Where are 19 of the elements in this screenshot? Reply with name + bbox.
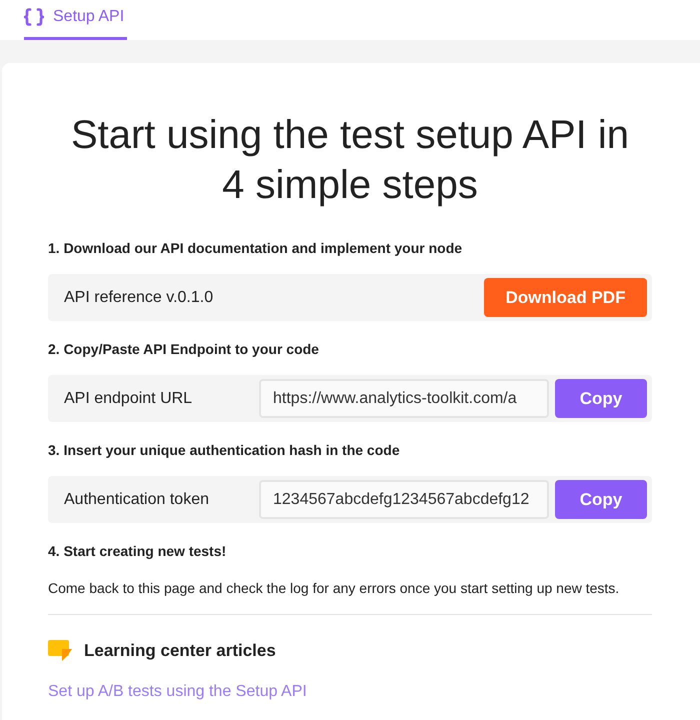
- row-label: API endpoint URL: [64, 390, 194, 408]
- row-label: Authentication token: [64, 490, 210, 508]
- input-field[interactable]: https://www.analytics-toolkit.com/a: [259, 379, 549, 418]
- step-heading: 1. Download our API documentation and implement your node: [48, 239, 464, 258]
- copy-button[interactable]: Copy: [555, 379, 647, 418]
- braces-icon: [24, 8, 44, 26]
- setup-tab[interactable]: Setup API: [24, 0, 128, 40]
- article-link[interactable]: Set up A/B tests using the Setup API: [48, 683, 307, 701]
- step-description: Come back to this page and check the log for any errors once you start setting up new tests.: [48, 579, 620, 598]
- section-title: Learning center articles: [84, 641, 276, 661]
- step-heading: 4. Start creating new tests!: [48, 542, 228, 561]
- copy-button[interactable]: Copy: [555, 480, 647, 519]
- download-button[interactable]: Download PDF: [484, 278, 647, 317]
- step-heading: 3. Insert your unique authentication hash in the code: [48, 441, 401, 460]
- input-field[interactable]: 1234567abcdefg1234567abcdefg12: [259, 480, 549, 519]
- note-icon: [48, 640, 73, 662]
- page-title: Start using the test setup API in 4 simple steps: [70, 112, 630, 209]
- row-label: API reference v.0.1.0: [64, 288, 214, 306]
- step-heading: 2. Copy/Paste API Endpoint to your code: [48, 340, 320, 359]
